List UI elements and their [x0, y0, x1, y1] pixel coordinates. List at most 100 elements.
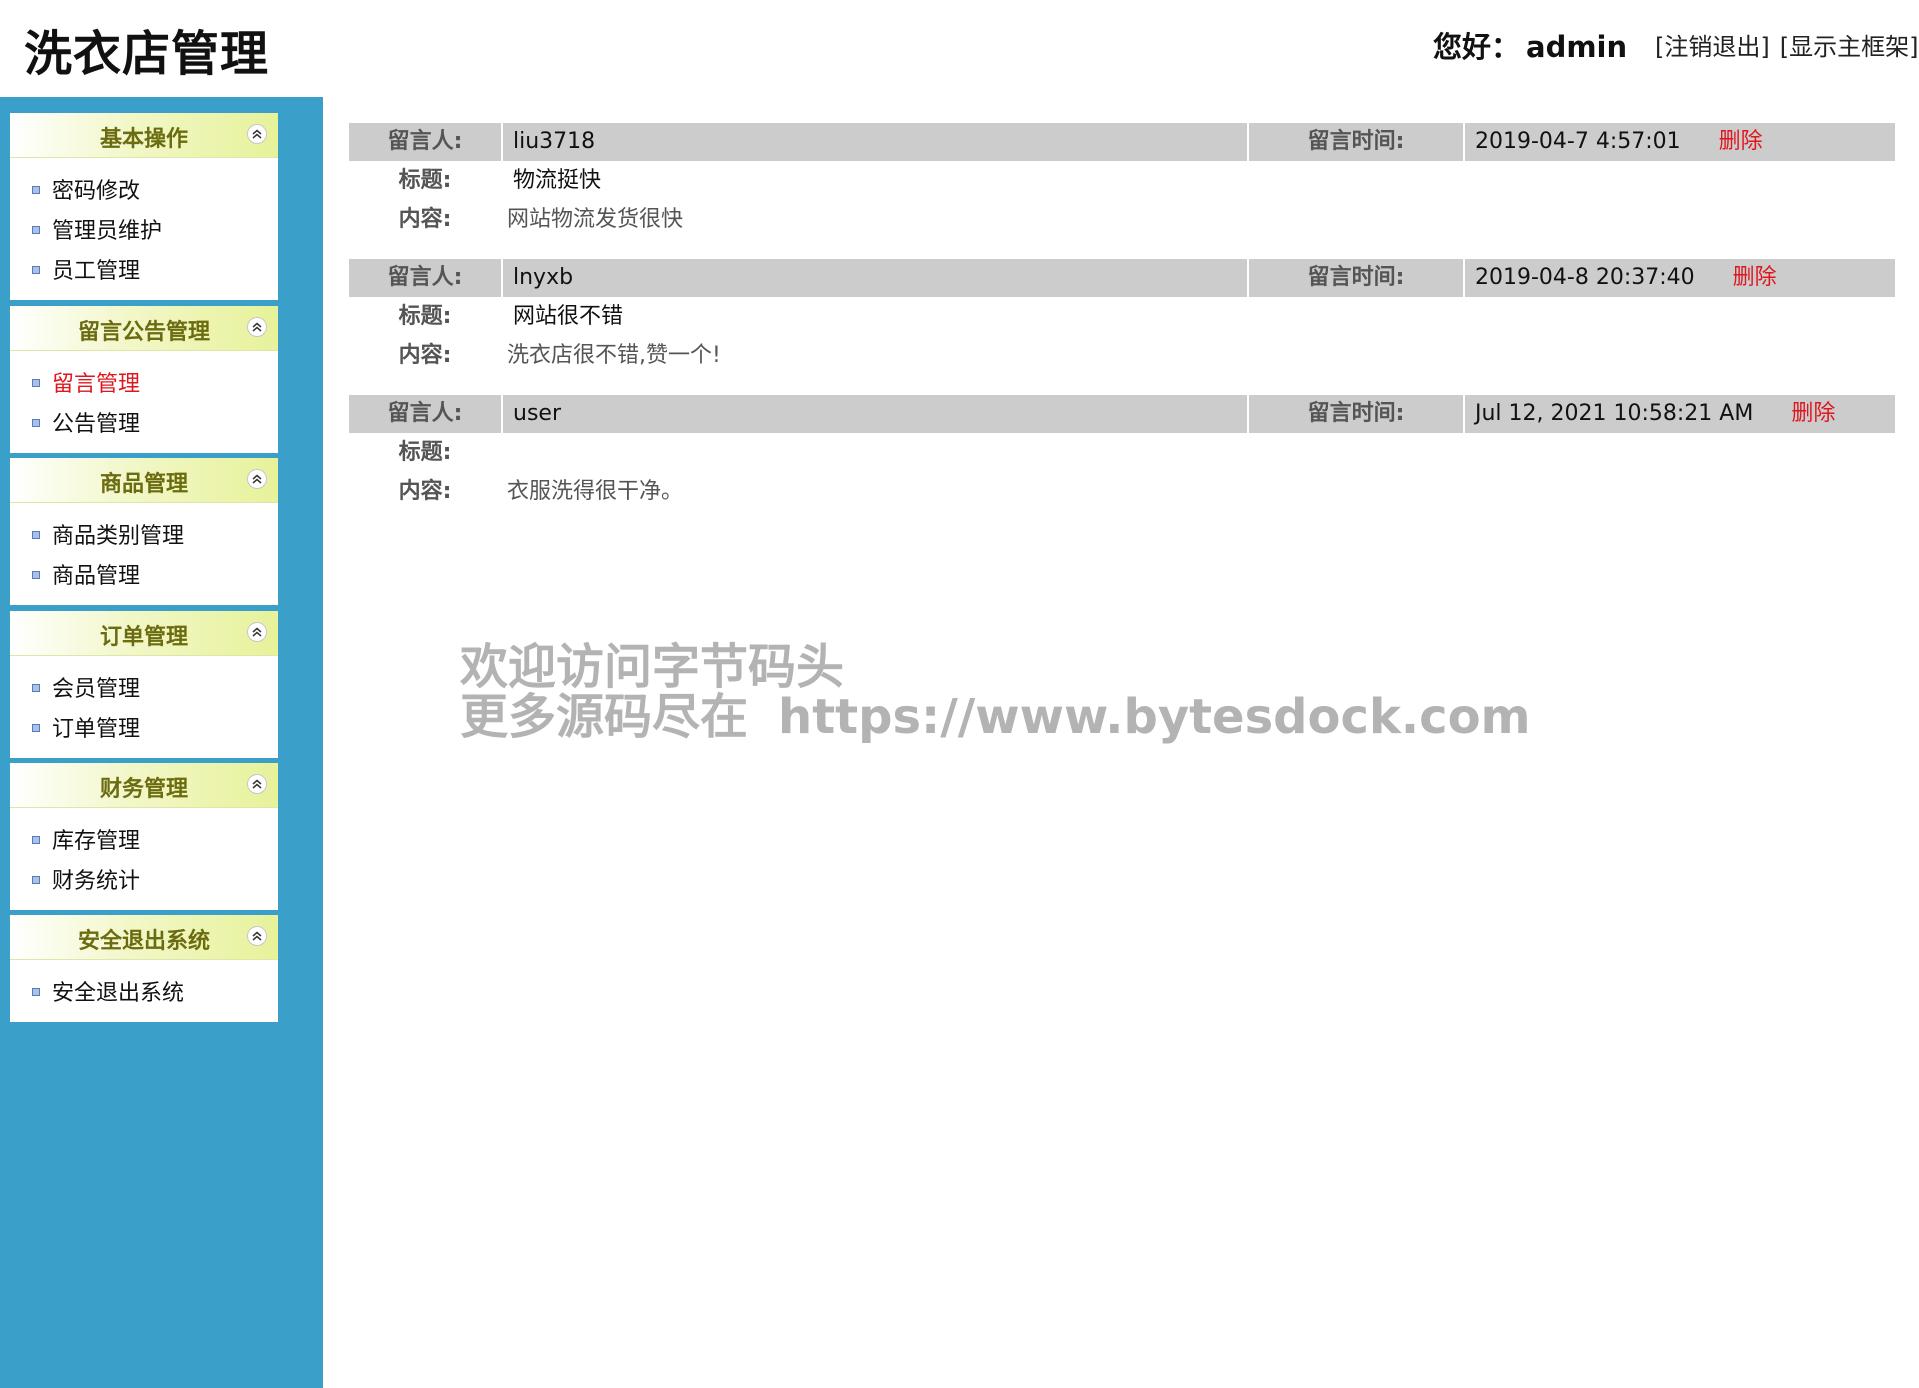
sidebar-item-goods-category[interactable]: 商品类别管理 — [10, 517, 278, 557]
bullet-icon — [32, 876, 40, 884]
menu-group-header[interactable]: 商品管理 — [10, 458, 278, 503]
time-value: 2019-04-8 20:37:40 — [1475, 265, 1695, 290]
sidebar-item-member-manage[interactable]: 会员管理 — [10, 670, 278, 710]
greeting-label: 您好： — [1433, 30, 1521, 64]
menu-group-header[interactable]: 财务管理 — [10, 763, 278, 808]
watermark-url: https://www.bytesdock.com — [778, 689, 1531, 745]
content-label: 内容: — [398, 343, 452, 368]
content-value: 衣服洗得很干净。 — [507, 479, 684, 504]
author-label: 留言人: — [349, 259, 501, 297]
collapse-up-icon[interactable] — [247, 124, 267, 144]
author-value: liu3718 — [503, 123, 1247, 161]
menu-group-header[interactable]: 订单管理 — [10, 611, 278, 656]
message-content-row: 内容: 网站物流发货很快 — [349, 200, 1895, 239]
time-value: 2019-04-7 4:57:01 — [1475, 129, 1681, 154]
collapse-up-icon[interactable] — [247, 622, 267, 642]
message-header-row: 留言人: liu3718 留言时间: 2019-04-7 4:57:01 删除 — [349, 123, 1895, 161]
show-frame-link[interactable]: [显示主框架] — [1780, 33, 1919, 61]
bullet-icon — [32, 836, 40, 844]
watermark: 欢迎访问字节码头 更多源码尽在 https://www.bytesdock.com — [460, 642, 1531, 742]
author-value: user — [503, 395, 1247, 433]
message-entry: 留言人: user 留言时间: Jul 12, 2021 10:58:21 AM… — [349, 395, 1895, 511]
bullet-icon — [32, 684, 40, 692]
bullet-icon — [32, 531, 40, 539]
watermark-prefix: 更多源码尽在 — [460, 689, 749, 745]
message-title-row: 标题: 网站很不错 — [349, 297, 1895, 336]
message-entry: 留言人: liu3718 留言时间: 2019-04-7 4:57:01 删除 标… — [349, 123, 1895, 239]
message-header-row: 留言人: lnyxb 留言时间: 2019-04-8 20:37:40 删除 — [349, 259, 1895, 297]
header: 洗衣店管理 您好： admin [注销退出] [显示主框架] — [0, 0, 1919, 97]
title-label: 标题: — [398, 168, 452, 193]
menu-group-orders: 订单管理 会员管理 订单管理 — [10, 611, 278, 758]
sidebar-item-order-manage[interactable]: 订单管理 — [10, 710, 278, 750]
menu-group-header[interactable]: 安全退出系统 — [10, 915, 278, 960]
menu-group-title: 财务管理 — [99, 777, 188, 802]
collapse-up-icon[interactable] — [247, 774, 267, 794]
menu-group-messages: 留言公告管理 留言管理 公告管理 — [10, 306, 278, 453]
watermark-line-1: 欢迎访问字节码头 — [460, 639, 845, 695]
time-cell: Jul 12, 2021 10:58:21 AM 删除 — [1465, 395, 1895, 433]
sidebar-item-safe-exit[interactable]: 安全退出系统 — [10, 974, 278, 1014]
time-label: 留言时间: — [1249, 259, 1463, 297]
bullet-icon — [32, 266, 40, 274]
bullet-icon — [32, 419, 40, 427]
time-label: 留言时间: — [1249, 395, 1463, 433]
menu-group-header[interactable]: 基本操作 — [10, 113, 278, 158]
content-value: 洗衣店很不错,赞一个! — [507, 343, 721, 368]
sidebar-item-password[interactable]: 密码修改 — [10, 172, 278, 212]
menu-group-title: 订单管理 — [99, 625, 188, 650]
watermark-line-2: 更多源码尽在 https://www.bytesdock.com — [460, 692, 1531, 742]
sidebar-item-inventory[interactable]: 库存管理 — [10, 822, 278, 862]
message-content-row: 内容: 洗衣店很不错,赞一个! — [349, 336, 1895, 375]
menu-group-title: 商品管理 — [99, 472, 188, 497]
menu-group-exit: 安全退出系统 安全退出系统 — [10, 915, 278, 1022]
sidebar-item-goods-manage[interactable]: 商品管理 — [10, 557, 278, 597]
sidebar-item-message-manage[interactable]: 留言管理 — [10, 365, 278, 405]
greeting: 您好： admin — [1433, 24, 1627, 66]
menu-group-header[interactable]: 留言公告管理 — [10, 306, 278, 351]
message-entry: 留言人: lnyxb 留言时间: 2019-04-8 20:37:40 删除 标题… — [349, 259, 1895, 375]
delete-button[interactable]: 删除 — [1719, 129, 1763, 154]
bullet-icon — [32, 988, 40, 996]
bullet-icon — [32, 379, 40, 387]
author-label: 留言人: — [349, 395, 501, 433]
message-content-row: 内容: 衣服洗得很干净。 — [349, 472, 1895, 511]
menu-group-goods: 商品管理 商品类别管理 商品管理 — [10, 458, 278, 605]
title-label: 标题: — [398, 440, 452, 465]
bullet-icon — [32, 186, 40, 194]
content-value: 网站物流发货很快 — [507, 207, 684, 232]
sidebar: 基本操作 密码修改 管理员维护 员工管理 留言公告管理 留言管理 公告管理 商品… — [0, 97, 323, 1388]
sidebar-item-finance-stats[interactable]: 财务统计 — [10, 862, 278, 902]
title-value: 网站很不错 — [513, 304, 624, 329]
sidebar-item-notice-manage[interactable]: 公告管理 — [10, 405, 278, 445]
sidebar-item-admin[interactable]: 管理员维护 — [10, 212, 278, 252]
time-value: Jul 12, 2021 10:58:21 AM — [1475, 401, 1754, 426]
logout-link[interactable]: [注销退出] — [1655, 33, 1770, 61]
username: admin — [1526, 30, 1628, 64]
message-title-row: 标题: — [349, 433, 1895, 472]
header-links: [注销退出] [显示主框架] — [1655, 27, 1918, 62]
delete-button[interactable]: 删除 — [1733, 265, 1777, 290]
time-label: 留言时间: — [1249, 123, 1463, 161]
menu-group-finance: 财务管理 库存管理 财务统计 — [10, 763, 278, 910]
bullet-icon — [32, 226, 40, 234]
author-label: 留言人: — [349, 123, 501, 161]
menu-group-basic: 基本操作 密码修改 管理员维护 员工管理 — [10, 113, 278, 300]
title-value: 物流挺快 — [513, 168, 602, 193]
title-label: 标题: — [398, 304, 452, 329]
content-label: 内容: — [398, 207, 452, 232]
app-title: 洗衣店管理 — [24, 26, 270, 82]
collapse-up-icon[interactable] — [247, 469, 267, 489]
collapse-up-icon[interactable] — [247, 317, 267, 337]
bullet-icon — [32, 724, 40, 732]
bullet-icon — [32, 571, 40, 579]
collapse-up-icon[interactable] — [247, 926, 267, 946]
menu-group-title: 基本操作 — [99, 127, 188, 152]
sidebar-item-staff[interactable]: 员工管理 — [10, 252, 278, 292]
menu-group-title: 留言公告管理 — [77, 320, 210, 345]
delete-button[interactable]: 删除 — [1791, 401, 1835, 426]
time-cell: 2019-04-7 4:57:01 删除 — [1465, 123, 1895, 161]
menu-group-title: 安全退出系统 — [77, 929, 210, 954]
message-title-row: 标题: 物流挺快 — [349, 161, 1895, 200]
author-value: lnyxb — [503, 259, 1247, 297]
